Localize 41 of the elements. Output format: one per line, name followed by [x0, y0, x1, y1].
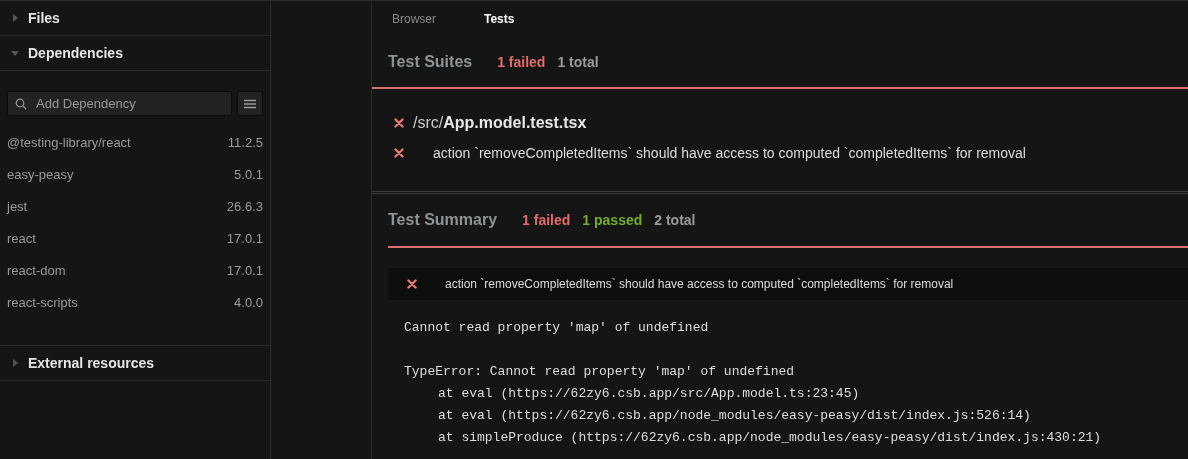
dependency-version: 11.2.5 — [227, 134, 263, 150]
dependency-version: 26.6.3 — [226, 198, 263, 214]
stack-frame: at eval (https://62zy6.csb.app/src/App.model.ts:23:45) — [404, 383, 1188, 405]
error-type: TypeError: Cannot read property 'map' of undefined — [404, 363, 796, 381]
dependency-name: react-dom — [7, 262, 66, 278]
section-title: Test Summary — [388, 211, 498, 229]
error-message: Cannot read property 'map' of undefined — [404, 319, 710, 337]
failed-count: 1 failed — [497, 54, 546, 70]
search-field[interactable]: Add Dependency — [7, 91, 232, 116]
stack-frame: at simpleProduce (https://62zy6.csb.app/node_modules/easy-peasy/dist/index.js:430:21) — [404, 427, 1188, 449]
test-name: action `removeCompletedItems` should have access to computed `completedItems` for removal — [433, 145, 1026, 161]
cross-icon — [394, 148, 404, 158]
file-path: /src/App.model.test.tsx — [413, 114, 587, 132]
dependency-name: jest — [7, 198, 28, 214]
dependency-version: 4.0.0 — [234, 294, 263, 310]
cross-icon — [407, 279, 417, 289]
dependency-version: 5.0.1 — [234, 166, 263, 182]
caret-icon — [11, 359, 19, 367]
section-title: Test Suites — [388, 53, 473, 71]
passed-count: 1 passed — [582, 212, 643, 228]
caret-icon — [11, 14, 19, 22]
dependency-name: easy-peasy — [7, 166, 74, 182]
dependency-name: react-scripts — [7, 294, 78, 310]
dependency-version: 17.0.1 — [226, 230, 263, 246]
menu-icon — [244, 98, 256, 109]
total-count: 1 total — [557, 54, 599, 70]
tab[interactable]: Tests — [484, 12, 576, 26]
tab[interactable]: Browser — [392, 12, 484, 26]
dependency-version: 17.0.1 — [226, 262, 263, 278]
stack-frame: at eval (https://62zy6.csb.app/node_modules/easy-peasy/dist/index.js:526:14) — [404, 405, 1188, 427]
section-header[interactable]: External resources — [0, 346, 270, 381]
section-header[interactable]: Dependencies — [0, 36, 270, 71]
section-header[interactable]: Files — [0, 1, 270, 36]
cross-icon — [394, 118, 404, 128]
caret-icon — [11, 49, 19, 57]
dependency-name: @testing-library/react — [7, 134, 131, 150]
dependency-name: react — [7, 230, 36, 246]
failed-count: 1 failed — [522, 212, 571, 228]
total-count: 2 total — [654, 212, 696, 228]
menu-button[interactable] — [237, 91, 263, 116]
test-name: action `removeCompletedItems` should have access to computed `completedItems` for removal — [445, 277, 954, 291]
